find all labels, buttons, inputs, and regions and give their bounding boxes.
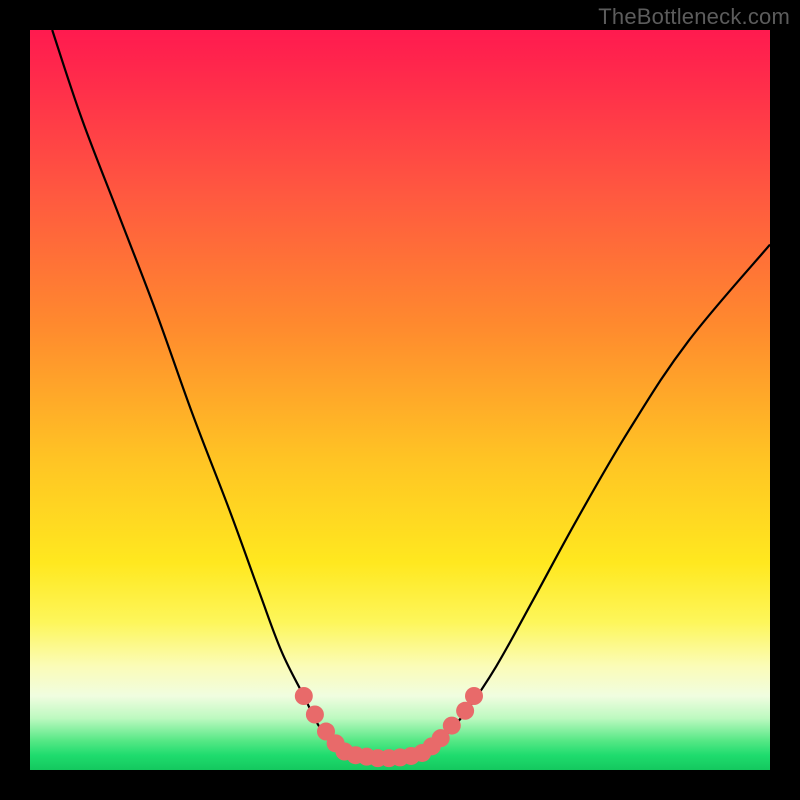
valley-marker	[443, 717, 461, 735]
valley-marker	[295, 687, 313, 705]
watermark-text: TheBottleneck.com	[598, 4, 790, 30]
valley-marker	[306, 706, 324, 724]
marker-layer	[295, 687, 483, 767]
curve-path	[52, 30, 770, 758]
valley-marker	[465, 687, 483, 705]
plot-area	[30, 30, 770, 770]
bottleneck-curve	[30, 30, 770, 770]
chart-frame: TheBottleneck.com	[0, 0, 800, 800]
